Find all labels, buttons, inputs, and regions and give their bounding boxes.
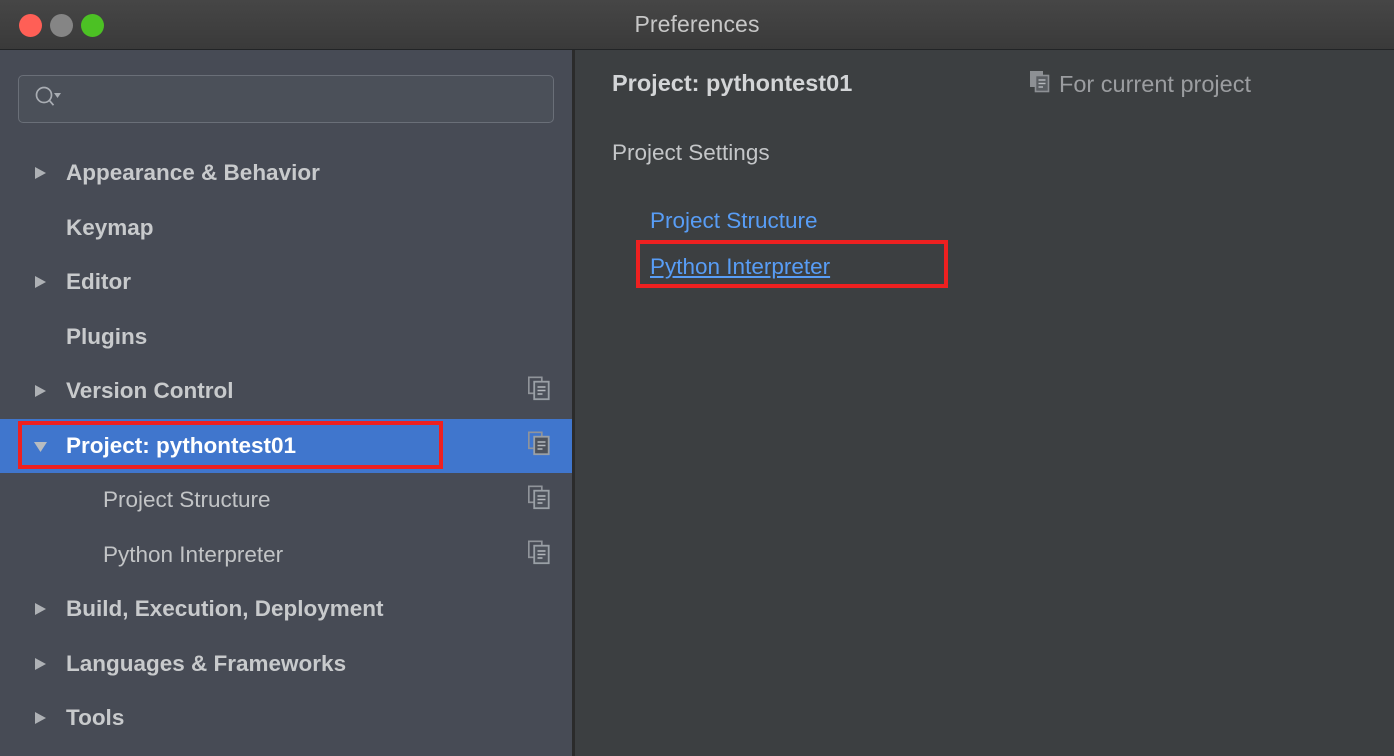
settings-link-project-structure[interactable]: Project Structure	[650, 198, 830, 244]
sidebar-item-label: Build, Execution, Deployment	[66, 596, 384, 622]
sidebar-item-plugins[interactable]: Plugins	[0, 310, 572, 365]
window-title: Preferences	[634, 11, 760, 37]
copy-icon[interactable]	[527, 485, 550, 515]
sidebar-item-label: Languages & Frameworks	[66, 650, 347, 676]
sidebar-item-version-control[interactable]: Version Control	[0, 364, 572, 419]
sidebar-item-label: Tools	[66, 705, 125, 731]
scope-label: For current project	[1059, 71, 1251, 97]
sidebar-item-project-pythontest01[interactable]: Project: pythontest01	[0, 418, 572, 473]
sidebar-item-label: Project: pythontest01	[66, 432, 297, 458]
sidebar-item-python-interpreter[interactable]: Python Interpreter	[0, 528, 572, 583]
chevron-right-icon[interactable]	[32, 601, 48, 617]
chevron-right-icon[interactable]	[32, 710, 48, 726]
sidebar-item-label: Project Structure	[103, 487, 271, 513]
sidebar-item-label: Version Control	[66, 378, 234, 404]
sidebar-item-keymap[interactable]: Keymap	[0, 201, 572, 256]
copy-icon	[1030, 71, 1050, 98]
chevron-right-icon[interactable]	[32, 165, 48, 181]
sidebar-item-tools[interactable]: Tools	[0, 691, 572, 746]
sidebar-item-label: Python Interpreter	[103, 541, 284, 567]
copy-icon[interactable]	[527, 376, 550, 406]
panel-header: Project: pythontest01	[612, 70, 852, 97]
sidebar-item-label: Keymap	[66, 214, 154, 240]
page-title: Project: pythontest01	[612, 70, 853, 96]
settings-tree: Appearance & Behavior Keymap Editor Plugins…	[0, 146, 572, 746]
sidebar-item-project-structure[interactable]: Project Structure	[0, 473, 572, 528]
settings-link-python-interpreter[interactable]: Python Interpreter	[650, 244, 830, 290]
settings-sidebar: Appearance & Behavior Keymap Editor Plugins…	[0, 50, 572, 756]
sidebar-item-appearance-behavior[interactable]: Appearance & Behavior	[0, 146, 572, 201]
search-field-wrapper[interactable]	[18, 75, 554, 123]
chevron-right-icon[interactable]	[32, 274, 48, 290]
chevron-right-icon[interactable]	[32, 656, 48, 672]
sidebar-item-label: Editor	[66, 269, 131, 295]
section-title: Project Settings	[612, 140, 770, 165]
search-input[interactable]	[18, 75, 554, 123]
sidebar-item-label: Appearance & Behavior	[66, 160, 320, 186]
chevron-down-icon[interactable]	[32, 438, 48, 454]
title-bar: Preferences	[0, 0, 1394, 50]
settings-detail-panel: Project: pythontest01 For current projec…	[575, 50, 1394, 756]
search-icon	[33, 85, 63, 114]
sidebar-item-editor[interactable]: Editor	[0, 255, 572, 310]
sidebar-item-label: Plugins	[66, 323, 148, 349]
preferences-window: Preferences Appearance & Behavior Keymap E…	[0, 0, 1394, 756]
settings-link-list: Project Structure Python Interpreter	[650, 198, 830, 290]
sidebar-item-languages-frameworks[interactable]: Languages & Frameworks	[0, 637, 572, 692]
scope-indicator[interactable]: For current project	[1030, 71, 1251, 98]
copy-icon[interactable]	[527, 431, 550, 460]
chevron-right-icon[interactable]	[32, 383, 48, 399]
copy-icon[interactable]	[527, 540, 550, 569]
sidebar-item-build-execution-deployment[interactable]: Build, Execution, Deployment	[0, 582, 572, 637]
